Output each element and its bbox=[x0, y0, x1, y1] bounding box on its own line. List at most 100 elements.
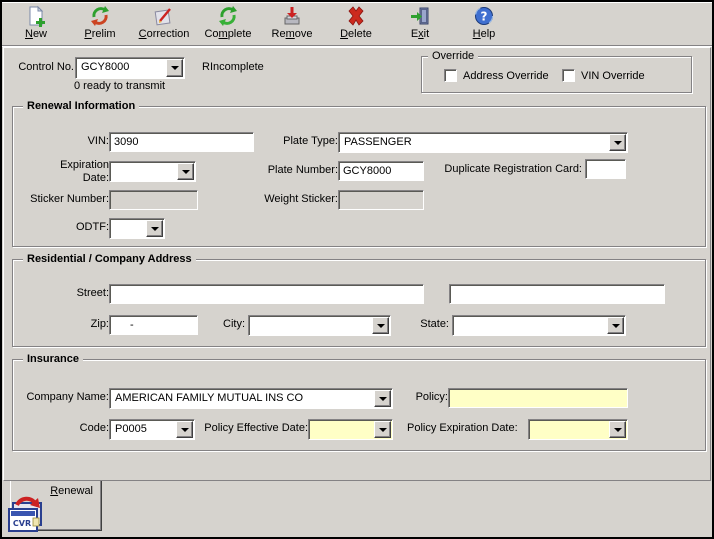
control-no-value: GCY8000 bbox=[76, 58, 165, 78]
toolbar: New Prelim Correction bbox=[2, 2, 712, 46]
plate-type-label: Plate Type: bbox=[243, 135, 338, 148]
sticker-number-label: Sticker Number: bbox=[23, 193, 109, 206]
control-no-label: Control No. bbox=[10, 61, 74, 74]
policy-expiration-date-combo[interactable] bbox=[528, 419, 628, 440]
chevron-down-icon[interactable] bbox=[177, 163, 194, 180]
exit-icon bbox=[409, 5, 431, 27]
renewal-information-group: Renewal Information VIN: Plate Type: PAS… bbox=[12, 106, 706, 247]
prelim-button[interactable]: Prelim bbox=[68, 4, 132, 43]
expiration-date-combo[interactable] bbox=[109, 161, 196, 182]
svg-text:?: ? bbox=[481, 10, 488, 24]
delete-icon bbox=[345, 5, 367, 27]
chevron-down-icon[interactable] bbox=[166, 59, 183, 77]
vin-override-checkbox[interactable] bbox=[562, 69, 575, 82]
state-value bbox=[453, 316, 606, 335]
complete-icon bbox=[217, 5, 239, 27]
sticker-number-input bbox=[109, 190, 198, 210]
plate-type-value: PASSENGER bbox=[339, 133, 608, 152]
zip-label: Zip: bbox=[23, 318, 109, 331]
exit-button-label: Exit bbox=[411, 28, 429, 40]
tab-renewal-label: Renewal bbox=[50, 485, 93, 497]
chevron-down-icon[interactable] bbox=[607, 317, 624, 334]
plate-type-combo[interactable]: PASSENGER bbox=[338, 132, 628, 153]
chevron-down-icon[interactable] bbox=[146, 220, 163, 237]
state-combo[interactable] bbox=[452, 315, 626, 336]
delete-button[interactable]: Delete bbox=[324, 4, 388, 43]
cvrs-app-icon: CVR bbox=[5, 493, 49, 539]
company-name-label: Company Name: bbox=[15, 391, 109, 404]
duplicate-registration-card-input[interactable] bbox=[585, 159, 626, 179]
address-override-checkbox[interactable] bbox=[444, 69, 457, 82]
vin-override-label: VIN Override bbox=[581, 70, 645, 82]
chevron-down-icon[interactable] bbox=[176, 421, 193, 438]
chevron-down-icon[interactable] bbox=[374, 390, 391, 407]
street-input-1[interactable] bbox=[109, 284, 424, 304]
help-button-label: Help bbox=[473, 28, 496, 40]
status-text: RIncomplete bbox=[202, 61, 264, 73]
chevron-down-icon[interactable] bbox=[374, 421, 391, 438]
street-label: Street: bbox=[23, 287, 109, 300]
help-icon: ? bbox=[473, 5, 495, 27]
insurance-group-title: Insurance bbox=[23, 352, 83, 366]
city-combo[interactable] bbox=[248, 315, 391, 336]
state-label: State: bbox=[385, 318, 449, 331]
expiration-date-value bbox=[110, 162, 176, 181]
new-button[interactable]: New bbox=[4, 4, 68, 43]
insurance-group: Insurance Company Name: AMERICAN FAMILY … bbox=[12, 359, 706, 451]
control-no-combo[interactable]: GCY8000 bbox=[75, 57, 185, 79]
address-group-title: Residential / Company Address bbox=[23, 252, 196, 266]
chevron-down-icon[interactable] bbox=[609, 421, 626, 438]
correction-button-label: Correction bbox=[139, 28, 190, 40]
remove-button[interactable]: Remove bbox=[260, 4, 324, 43]
address-group: Residential / Company Address Street: Zi… bbox=[12, 259, 706, 347]
company-name-combo[interactable]: AMERICAN FAMILY MUTUAL INS CO bbox=[109, 388, 393, 409]
weight-sticker-input bbox=[338, 190, 424, 210]
odtf-value bbox=[110, 219, 145, 238]
correction-icon bbox=[153, 5, 175, 27]
complete-button[interactable]: Complete bbox=[196, 4, 260, 43]
svg-text:CVR: CVR bbox=[13, 519, 31, 528]
vin-input[interactable] bbox=[109, 132, 254, 152]
renewal-information-title: Renewal Information bbox=[23, 99, 139, 113]
code-label: Code: bbox=[23, 422, 109, 435]
complete-button-label: Complete bbox=[204, 28, 251, 40]
remove-button-label: Remove bbox=[272, 28, 313, 40]
new-button-label: New bbox=[25, 28, 47, 40]
policy-expiration-date-value bbox=[529, 420, 608, 439]
exit-button[interactable]: Exit bbox=[388, 4, 452, 43]
code-combo[interactable]: P0005 bbox=[109, 419, 195, 440]
prelim-icon bbox=[89, 5, 111, 27]
correction-button[interactable]: Correction bbox=[132, 4, 196, 43]
form-panel: Control No. GCY8000 RIncomplete 0 ready … bbox=[3, 47, 711, 481]
policy-label: Policy: bbox=[400, 391, 448, 404]
override-group-title: Override bbox=[428, 49, 478, 63]
street-input-2[interactable] bbox=[449, 284, 665, 304]
company-name-value: AMERICAN FAMILY MUTUAL INS CO bbox=[110, 389, 373, 408]
policy-effective-date-label: Policy Effective Date: bbox=[201, 422, 308, 435]
code-value: P0005 bbox=[110, 420, 175, 439]
help-button[interactable]: ? Help bbox=[452, 4, 516, 43]
city-value bbox=[249, 316, 371, 335]
ready-count-text: 0 ready to transmit bbox=[74, 80, 165, 92]
duplicate-registration-card-label: Duplicate Registration Card: bbox=[425, 163, 582, 176]
new-icon bbox=[25, 5, 47, 27]
address-override-label: Address Override bbox=[463, 70, 549, 82]
city-label: City: bbox=[175, 318, 245, 331]
plate-number-label: Plate Number: bbox=[243, 164, 338, 177]
remove-icon bbox=[281, 5, 303, 27]
override-group: Override Address Override VIN Override bbox=[421, 56, 692, 93]
application-window: New Prelim Correction bbox=[0, 0, 714, 539]
odtf-label: ODTF: bbox=[23, 221, 109, 234]
policy-expiration-date-label: Policy Expiration Date: bbox=[407, 422, 513, 435]
vin-label: VIN: bbox=[23, 135, 109, 148]
expiration-date-label: ExpirationDate: bbox=[23, 159, 109, 185]
odtf-combo[interactable] bbox=[109, 218, 165, 239]
chevron-down-icon[interactable] bbox=[609, 134, 626, 151]
weight-sticker-label: Weight Sticker: bbox=[243, 193, 338, 206]
prelim-button-label: Prelim bbox=[84, 28, 115, 40]
policy-effective-date-combo[interactable] bbox=[308, 419, 393, 440]
plate-number-input[interactable] bbox=[338, 161, 424, 181]
policy-input[interactable] bbox=[448, 388, 628, 408]
delete-button-label: Delete bbox=[340, 28, 372, 40]
policy-effective-date-value bbox=[309, 420, 373, 439]
